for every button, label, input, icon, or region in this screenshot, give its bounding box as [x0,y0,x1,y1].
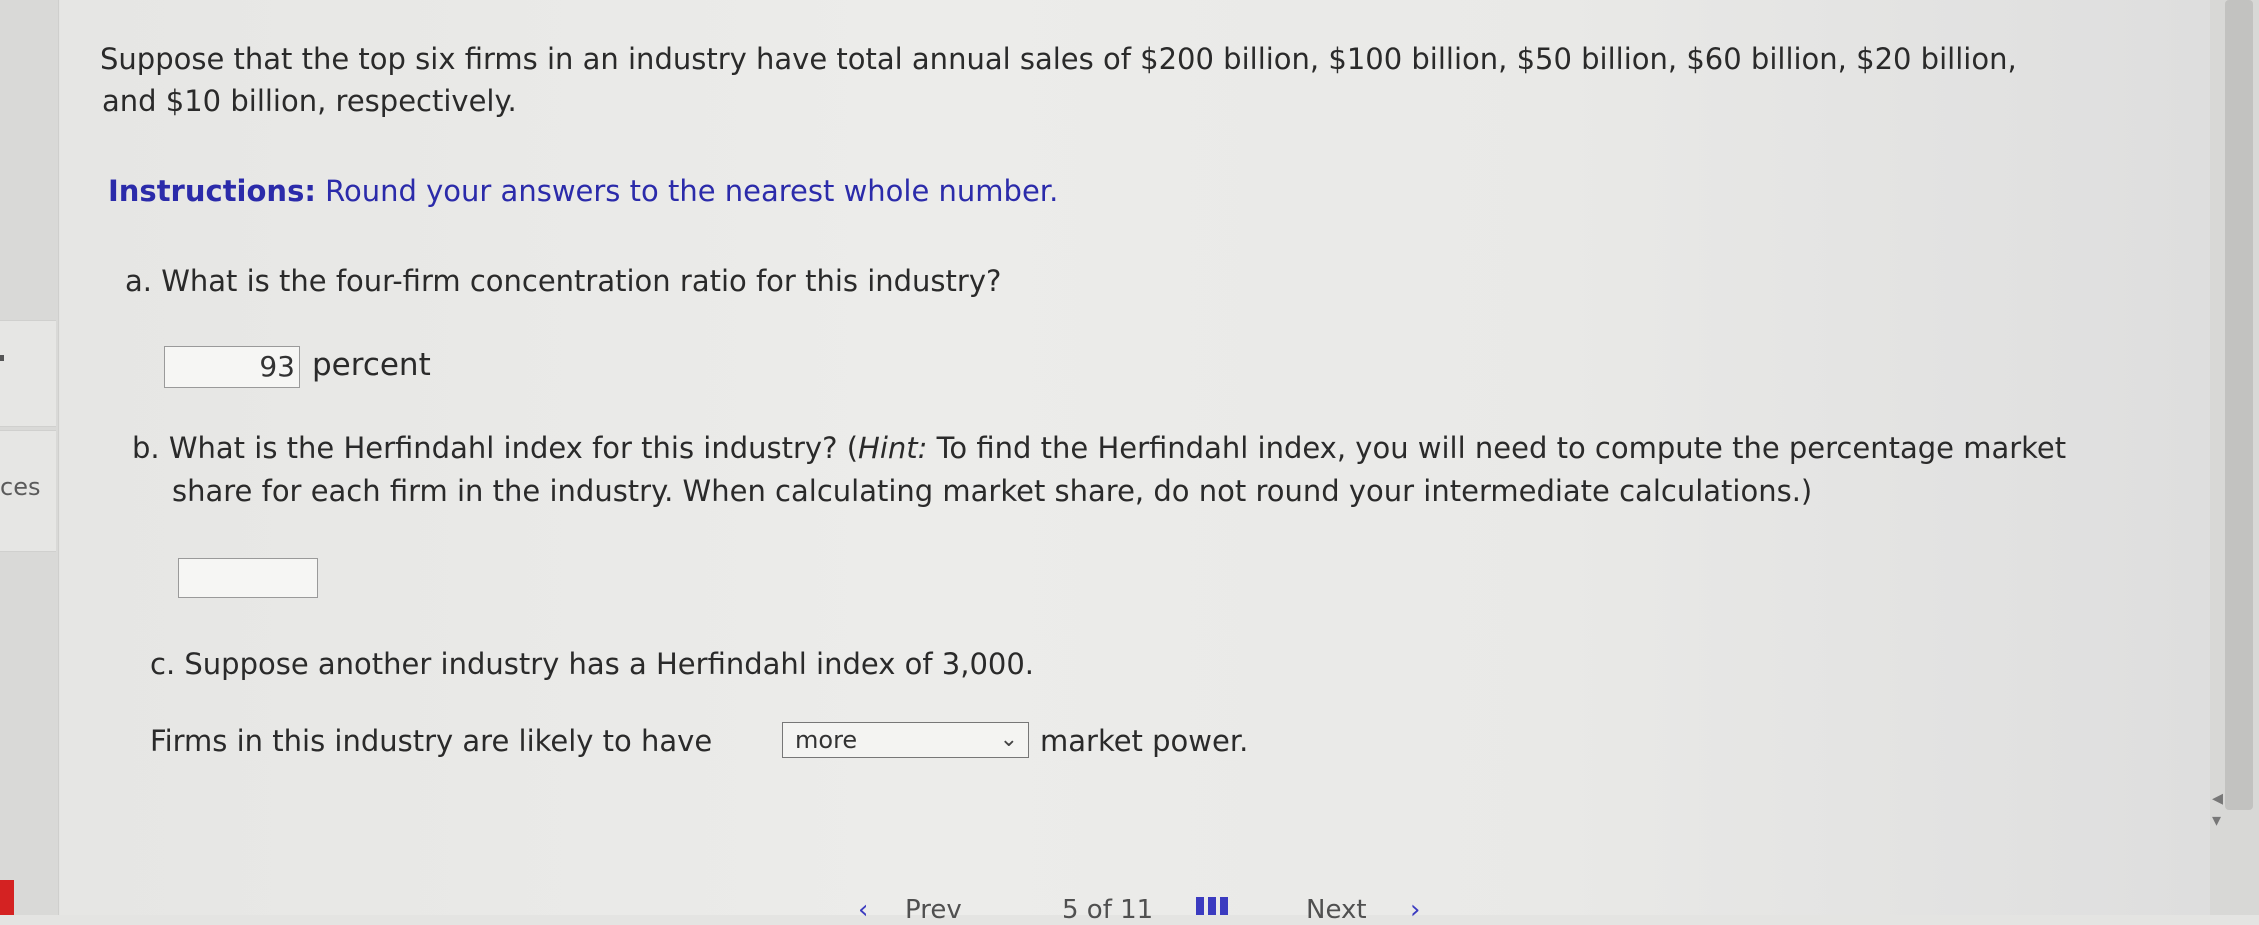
scroll-up-icon[interactable]: ◂ [2212,786,2223,811]
part-c-sentence-suffix: market power. [1040,724,1249,758]
prev-arrow-icon[interactable]: ‹ [858,895,868,925]
scrollbar-thumb[interactable] [2225,0,2253,810]
next-arrow-icon[interactable]: › [1410,895,1420,925]
market-power-selected: more [795,726,858,754]
rail-tab-mark [0,355,4,361]
part-c-question: c. Suppose another industry has a Herfin… [150,647,1035,681]
next-button[interactable]: Next [1306,895,1367,925]
question-intro-line2: and $10 billion, respectively. [102,84,517,118]
page-indicator: 5 of 11 [1062,895,1154,925]
part-b-answer-input[interactable] [178,558,318,598]
instructions-text: Round your answers to the nearest whole … [315,174,1059,208]
part-a-unit: percent [312,347,431,383]
part-b-prefix: b. What is the Herfindahl index for this… [132,431,859,465]
part-b-suffix: To find the Herfindahl index, you will n… [927,431,2067,465]
question-intro-line1: Suppose that the top six firms in an ind… [100,42,2017,76]
grid-icon[interactable] [1196,897,1228,915]
chevron-down-icon: ⌄ [999,727,1018,752]
part-a-question: a. What is the four-firm concentration r… [125,264,1002,298]
instructions: Instructions: Round your answers to the … [108,170,1058,212]
part-b-hint-label: Hint: [858,431,928,465]
part-a-answer-input[interactable]: 93 [164,346,300,388]
part-b-question-line1: b. What is the Herfindahl index for this… [132,427,2066,469]
instructions-label: Instructions: [108,174,316,208]
market-power-select[interactable]: more ⌄ [782,722,1029,758]
rail-tab-label: ces [0,473,41,501]
part-c-sentence-prefix: Firms in this industry are likely to hav… [150,724,713,758]
scroll-down-icon[interactable]: ▾ [2212,810,2221,831]
rail-tab[interactable] [0,320,56,427]
part-b-question-line2: share for each firm in the industry. Whe… [172,474,1813,508]
red-status-marker [0,880,14,915]
prev-button[interactable]: Prev [905,895,962,925]
